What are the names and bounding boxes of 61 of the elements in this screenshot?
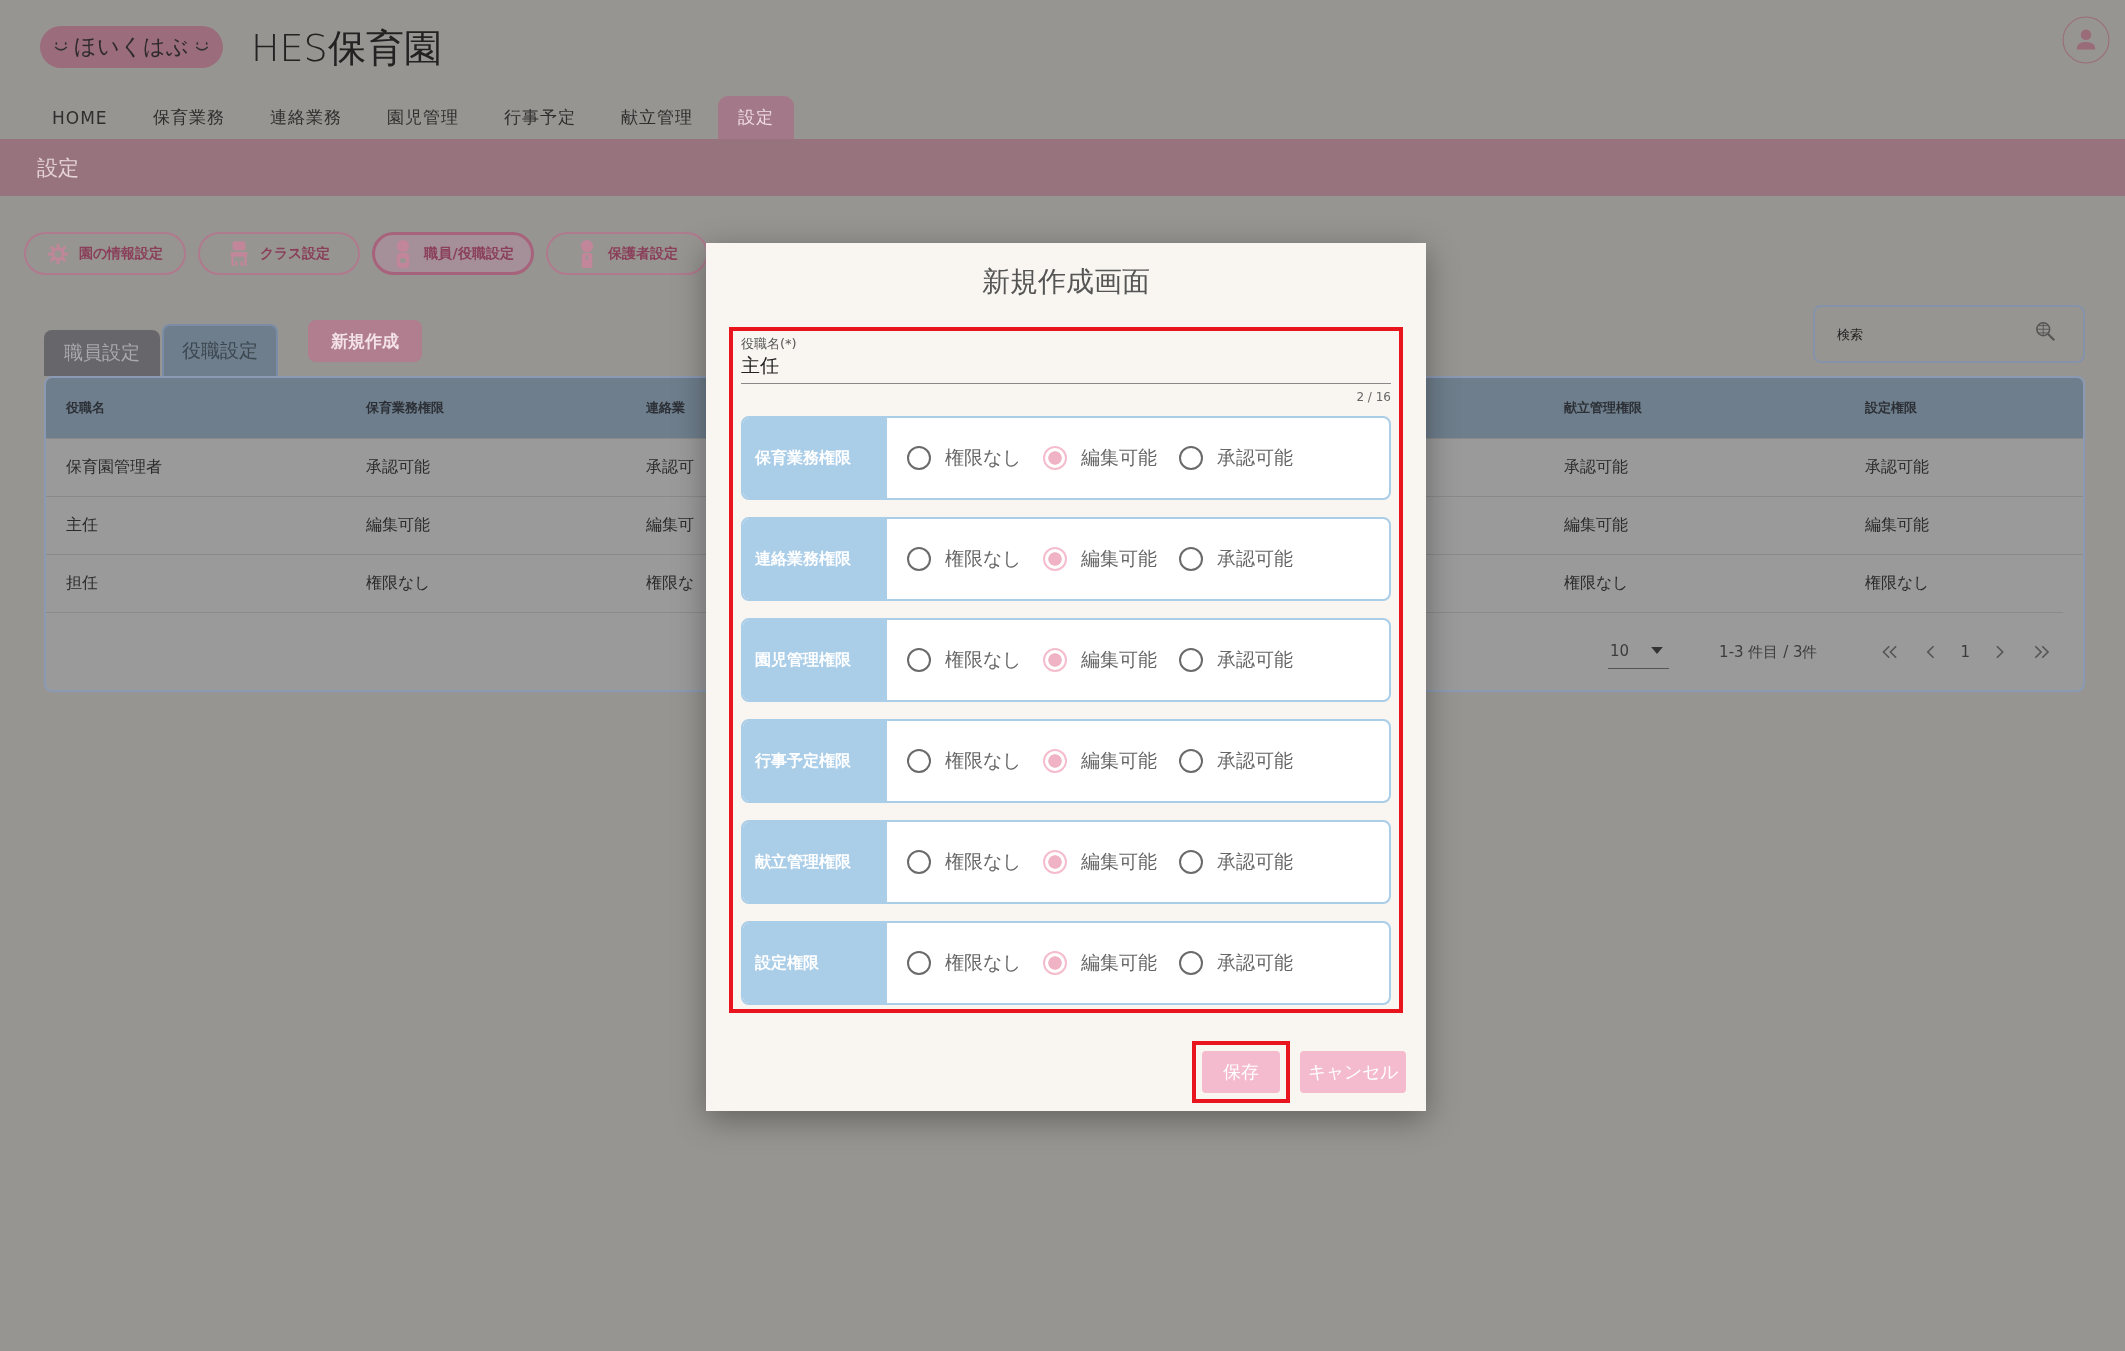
table-cell-text: 担任 <box>65 573 99 594</box>
table-cell-text: 承認可能 <box>365 457 431 478</box>
nav-tab[interactable]: HOME <box>32 96 128 139</box>
radio-option[interactable]: 承認可能 <box>1179 950 1293 976</box>
permission-label: 園児管理権限 <box>743 620 887 700</box>
column-header: 献立管理権限 <box>1563 399 1643 417</box>
field-label: 役職名(*) <box>741 335 797 353</box>
character-counter: 2 / 16 <box>1355 390 1391 404</box>
radio-option[interactable]: 承認可能 <box>1179 445 1293 471</box>
table-cell-text: 編集可能 <box>365 515 431 536</box>
radio-option[interactable]: 承認可能 <box>1179 647 1293 673</box>
radio-option[interactable]: 編集可能 <box>1043 849 1157 875</box>
radio-option[interactable]: 承認可能 <box>1179 748 1293 774</box>
table-cell-text: 承認可能 <box>1563 457 1629 478</box>
table-cell-text: 主任 <box>65 515 99 536</box>
page-title: 設定 <box>37 154 79 182</box>
column-header: 設定権限 <box>1864 399 1918 417</box>
radio-option[interactable]: 権限なし <box>907 445 1021 471</box>
site-title: HES保育園 <box>251 24 442 72</box>
radio-option[interactable]: 権限なし <box>907 647 1021 673</box>
search-field[interactable]: 検索 <box>1813 305 2085 363</box>
nav-tab[interactable]: 保育業務 <box>132 96 245 139</box>
radio-option[interactable]: 承認可能 <box>1179 849 1293 875</box>
column-header: 保育業務権限 <box>364 399 445 417</box>
table-cell-text: 権限な <box>646 573 695 594</box>
page-size-select[interactable]: 10 <box>1608 635 1670 669</box>
radio-option[interactable]: 編集可能 <box>1043 546 1157 572</box>
nav-tab[interactable]: 連絡業務 <box>249 96 362 139</box>
radio-option[interactable]: 編集可能 <box>1043 748 1157 774</box>
radio-option[interactable]: 編集可能 <box>1043 950 1157 976</box>
table-cell-text: 承認可 <box>646 457 695 478</box>
table-cell-text: 編集可 <box>646 515 695 536</box>
radio-option[interactable]: 権限なし <box>907 950 1021 976</box>
nav-tab[interactable]: 行事予定 <box>483 96 596 139</box>
radio-option[interactable]: 編集可能 <box>1043 647 1157 673</box>
column-header: 役職名 <box>65 399 106 417</box>
column-header: 連絡業 <box>646 399 686 417</box>
table-cell-text: 保育園管理者 <box>65 457 163 478</box>
radio-option[interactable]: 権限なし <box>907 748 1021 774</box>
radio-option[interactable]: 承認可能 <box>1179 546 1293 572</box>
nav-tab[interactable]: 献立管理 <box>600 96 713 139</box>
radio-option[interactable]: 編集可能 <box>1043 445 1157 471</box>
logo-text: ほいくはぶ <box>74 33 189 61</box>
nav-tab[interactable]: 園児管理 <box>366 96 479 139</box>
table-cell-text: 権限なし <box>365 573 431 594</box>
dialog-title: 新規作成画面 <box>981 264 1151 300</box>
page-range: 1-3 件目 / 3件 <box>1719 642 1818 662</box>
table-cell-text: 編集可能 <box>1563 515 1629 536</box>
permission-label: 行事予定権限 <box>743 721 887 801</box>
permission-label: 連絡業務権限 <box>743 519 887 599</box>
table-cell-text: 権限なし <box>1864 573 1930 594</box>
permission-label: 献立管理権限 <box>743 822 887 902</box>
table-cell-text: 権限なし <box>1563 573 1629 594</box>
radio-option[interactable]: 権限なし <box>907 546 1021 572</box>
input-field[interactable]: 主任 <box>741 353 1391 379</box>
table-cell-text: 承認可能 <box>1864 457 1930 478</box>
permission-label: 保育業務権限 <box>743 418 887 498</box>
radio-option[interactable]: 権限なし <box>907 849 1021 875</box>
permission-label: 設定権限 <box>743 923 887 1003</box>
table-cell-text: 編集可能 <box>1864 515 1930 536</box>
page-number[interactable]: 1 <box>1960 643 1970 661</box>
